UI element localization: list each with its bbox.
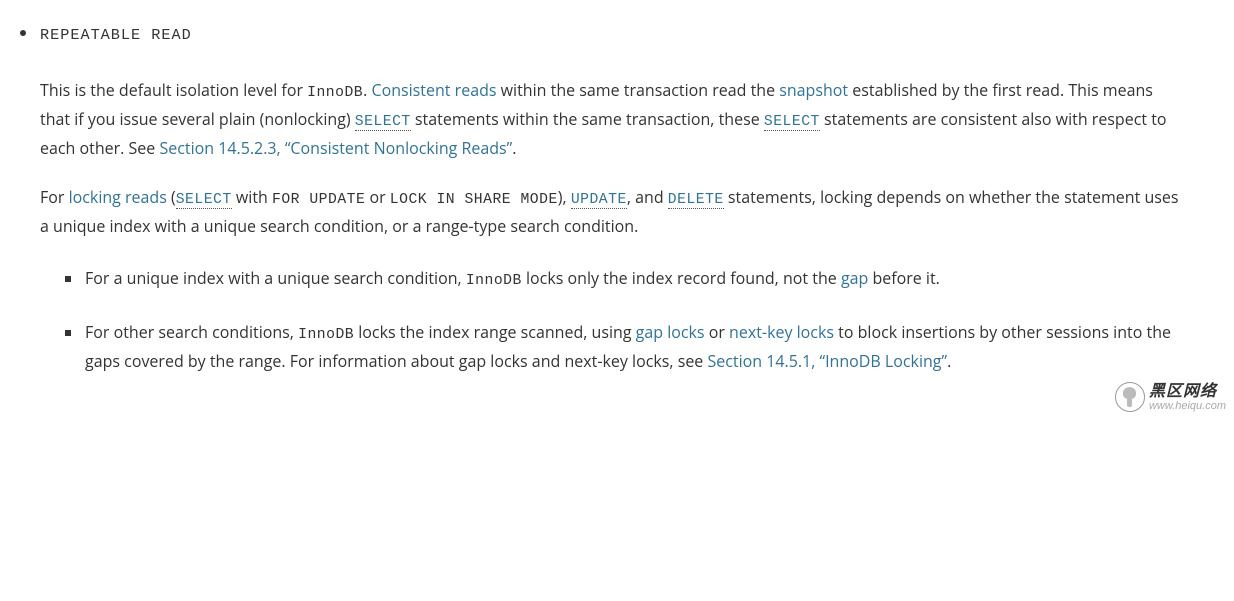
code-for-update: FOR UPDATE xyxy=(272,192,365,208)
term-title: REPEATABLE READ xyxy=(40,26,192,44)
text: or xyxy=(705,321,729,343)
text: For other search conditions, xyxy=(85,321,298,343)
text: For xyxy=(40,186,69,208)
repeatable-read-item: REPEATABLE READ This is the default isol… xyxy=(40,20,1234,375)
link-gap-locks[interactable]: gap locks xyxy=(636,321,705,343)
code-innodb: InnoDB xyxy=(298,327,354,343)
text: , and xyxy=(627,186,668,208)
text: locks the index range scanned, using xyxy=(354,321,636,343)
link-select-statement[interactable]: SELECT xyxy=(355,114,411,131)
text: For a unique index with a unique search … xyxy=(85,267,466,289)
watermark-url: www.heiqu.com xyxy=(1149,400,1226,412)
text: . xyxy=(512,137,516,159)
mushroom-icon xyxy=(1115,382,1145,412)
condition-list: For a unique index with a unique search … xyxy=(40,265,1184,375)
watermark-title: 黑区网络 xyxy=(1149,383,1226,401)
link-select-statement[interactable]: SELECT xyxy=(176,192,232,209)
watermark: 黑区网络 www.heiqu.com xyxy=(1115,382,1226,412)
unique-index-item: For a unique index with a unique search … xyxy=(85,265,1184,294)
isolation-level-list: REPEATABLE READ This is the default isol… xyxy=(0,20,1234,375)
link-consistent-reads[interactable]: Consistent reads xyxy=(372,79,497,101)
text: ( xyxy=(167,186,176,208)
link-snapshot[interactable]: snapshot xyxy=(779,79,848,101)
text: before it. xyxy=(868,267,940,289)
text: with xyxy=(232,186,272,208)
text: locks only the index record found, not t… xyxy=(522,267,841,289)
code-innodb: InnoDB xyxy=(307,85,363,101)
link-select-statement[interactable]: SELECT xyxy=(764,114,820,131)
text: . xyxy=(947,350,951,372)
text: statements within the same transaction, … xyxy=(411,108,764,130)
text: This is the default isolation level for xyxy=(40,79,307,101)
code-lock-share-mode: LOCK IN SHARE MODE xyxy=(390,192,558,208)
link-update-statement[interactable]: UPDATE xyxy=(571,192,627,209)
other-conditions-item: For other search conditions, InnoDB lock… xyxy=(85,319,1184,375)
code-innodb: InnoDB xyxy=(466,273,522,289)
link-next-key-locks[interactable]: next-key locks xyxy=(729,321,834,343)
watermark-text: 黑区网络 www.heiqu.com xyxy=(1149,383,1226,413)
text: . xyxy=(363,79,371,101)
link-locking-reads[interactable]: locking reads xyxy=(69,186,167,208)
link-section-innodb-locking[interactable]: Section 14.5.1, “InnoDB Locking” xyxy=(707,350,947,372)
link-section-consistent-reads[interactable]: Section 14.5.2.3, “Consistent Nonlocking… xyxy=(159,137,512,159)
text: or xyxy=(365,186,389,208)
link-gap[interactable]: gap xyxy=(841,267,868,289)
link-delete-statement[interactable]: DELETE xyxy=(668,192,724,209)
paragraph-intro: This is the default isolation level for … xyxy=(40,77,1184,162)
paragraph-locking: For locking reads (SELECT with FOR UPDAT… xyxy=(40,184,1184,240)
text: within the same transaction read the xyxy=(497,79,780,101)
text: ), xyxy=(558,186,571,208)
